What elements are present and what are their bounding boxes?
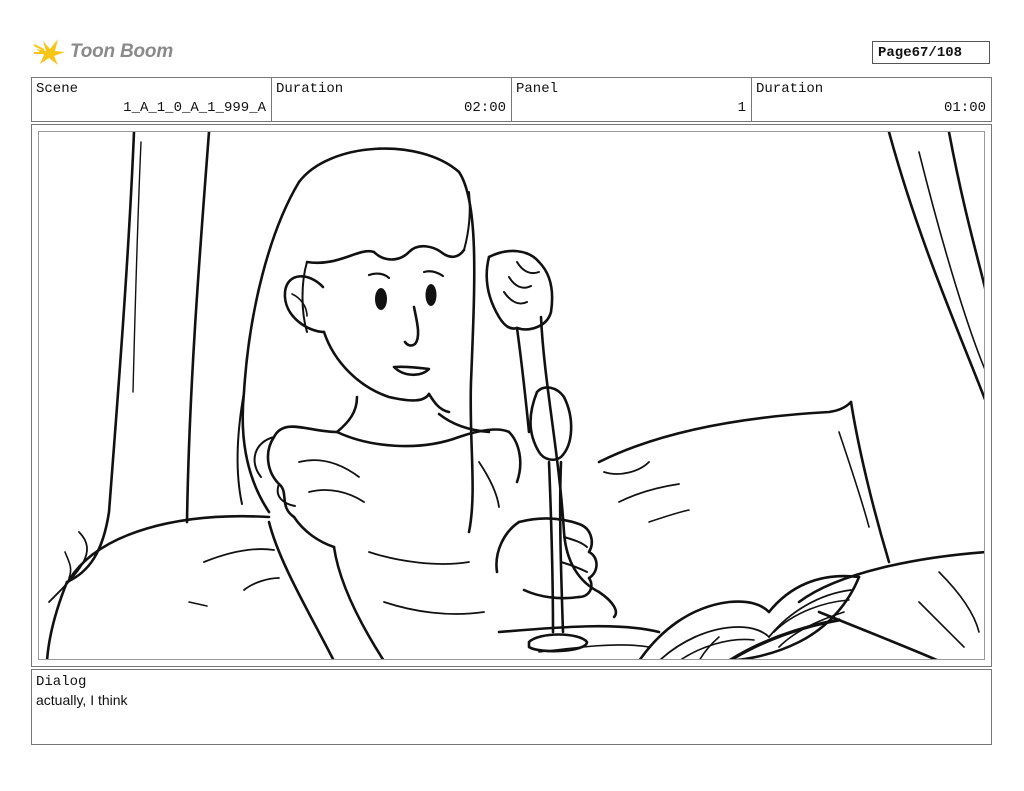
dialog-text: actually, I think (36, 692, 128, 708)
character-face (322, 270, 451, 414)
panel-duration-label: Duration (756, 81, 824, 97)
character-body (253, 395, 522, 659)
panel-value: 1 (737, 100, 746, 116)
scene-duration-value: 02:00 (463, 100, 506, 116)
panel-drawing-area (38, 131, 985, 660)
toon-boom-star-icon (34, 39, 65, 65)
dialog-label: Dialog (36, 674, 87, 690)
logo-text: Toon Boom (70, 41, 174, 62)
left-curtain (45, 132, 211, 659)
panel-duration-value: 01:00 (943, 100, 986, 116)
page-number: 67/108 (911, 44, 963, 61)
scene-label: Scene (36, 81, 79, 97)
page-indicator: Page 67/108 (872, 41, 990, 64)
panel-duration-cell: Duration 01:00 (752, 78, 991, 121)
panel-label: Panel (516, 81, 559, 97)
open-book (638, 574, 861, 659)
goblet-and-hand (495, 386, 598, 653)
panel-cell: Panel 1 (512, 78, 752, 121)
toon-boom-logo: Toon Boom (34, 36, 173, 68)
dialog-box: Dialog actually, I think (31, 669, 992, 745)
scene-cell: Scene 1_A_1_0_A_1_999_A (32, 78, 272, 121)
storyboard-panel (31, 124, 992, 667)
panel-info-row: Scene 1_A_1_0_A_1_999_A Duration 02:00 P… (31, 77, 992, 122)
page-label: Page (878, 44, 912, 61)
scene-duration-cell: Duration 02:00 (272, 78, 512, 121)
right-curtain (887, 132, 984, 401)
scene-value: 1_A_1_0_A_1_999_A (123, 100, 266, 116)
scene-duration-label: Duration (276, 81, 344, 97)
sketch-drawing (45, 132, 984, 659)
